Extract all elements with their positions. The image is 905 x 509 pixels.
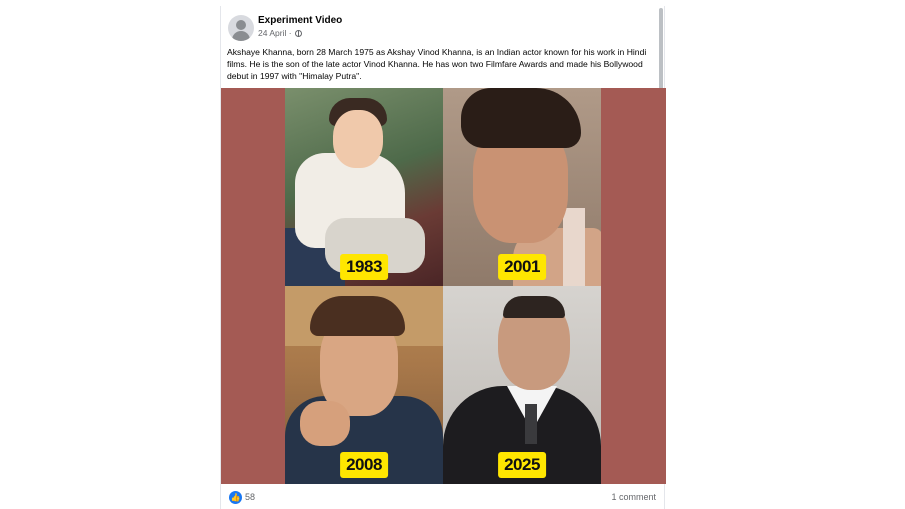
year-label: 2001 [498, 254, 546, 280]
post-author[interactable]: Experiment Video [258, 15, 342, 26]
year-label: 2025 [498, 452, 546, 478]
post-caption: Akshaye Khanna, born 28 March 1975 as Ak… [227, 47, 647, 82]
avatar-icon[interactable] [228, 15, 254, 41]
comment-count[interactable]: 1 comment [611, 492, 656, 502]
globe-icon [294, 29, 302, 37]
post-meta: 24 April · [258, 28, 302, 38]
like-thumb-icon[interactable]: 👍 [229, 491, 242, 504]
post-header: Experiment Video 24 April · [221, 6, 664, 41]
photo-2001: 2001 [443, 88, 601, 286]
post-date[interactable]: 24 April · [258, 28, 292, 38]
facebook-post: Experiment Video 24 April · Akshaye Khan… [220, 6, 666, 509]
reaction-count[interactable]: 58 [245, 492, 255, 502]
post-footer: 👍 58 1 comment [221, 487, 664, 509]
photo-grid: 1983 2001 2008 2025 [285, 88, 601, 484]
year-label: 1983 [340, 254, 388, 280]
photo-2008: 2008 [285, 286, 443, 484]
post-image[interactable]: 1983 2001 2008 2025 [221, 88, 666, 484]
year-label: 2008 [340, 452, 388, 478]
photo-1983: 1983 [285, 88, 443, 286]
photo-2025: 2025 [443, 286, 601, 484]
